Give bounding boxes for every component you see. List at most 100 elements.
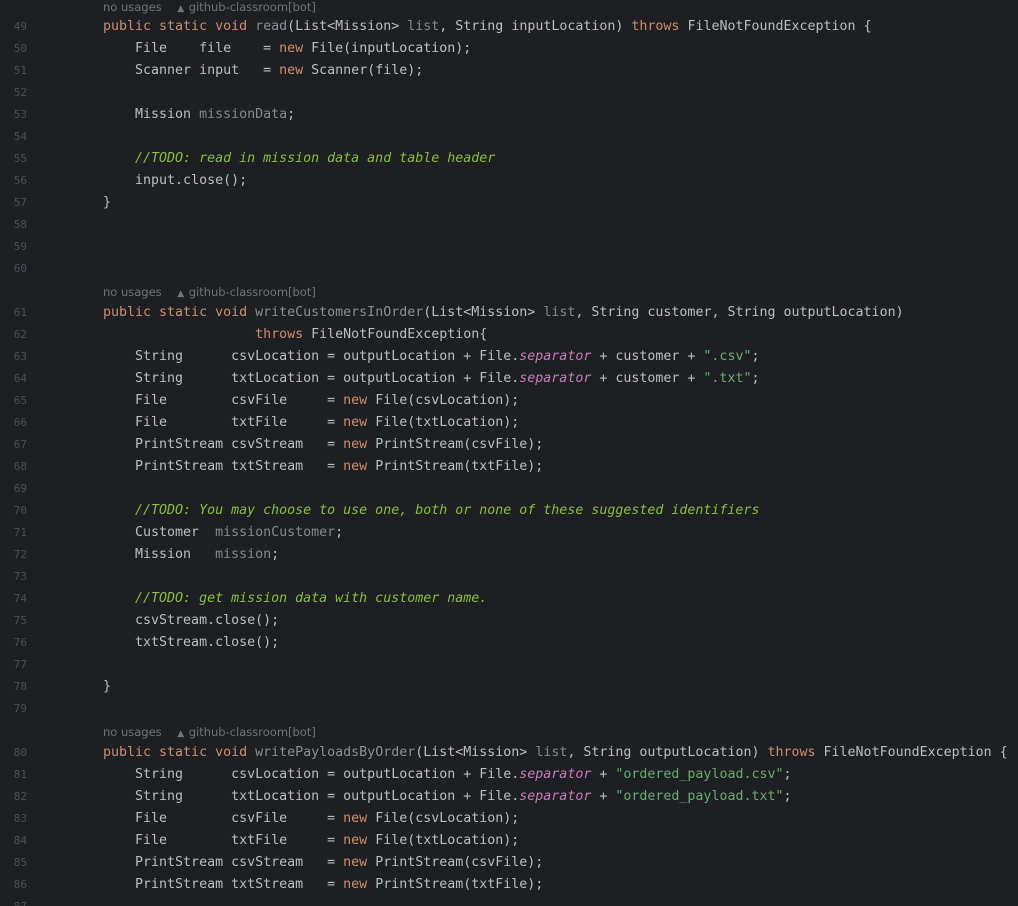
line-number: 65 [13,394,27,407]
usages-hint[interactable]: no usages [103,0,162,14]
code-token: ; [751,349,760,364]
line-number: 69 [13,482,27,495]
code-line[interactable]: 86 PrintStream txtStream = new PrintStre… [0,874,1018,896]
inlay-hint[interactable]: no usages ▲ github-classroom[bot] [103,283,316,301]
code-line[interactable]: 74 //TODO: get mission data with custome… [0,588,1018,610]
line-number: 63 [13,350,27,363]
code-text: File csvFile = new File(csvLocation); [103,390,519,412]
code-line[interactable]: 53 Mission missionData; [0,104,1018,126]
code-token: + [591,767,616,782]
code-line[interactable]: 52 [0,82,1018,104]
author-hint[interactable]: github-classroom[bot] [189,285,316,299]
code-token: //TODO: get mission data with customer n… [103,591,488,606]
code-line[interactable]: 75 csvStream.close(); [0,610,1018,632]
code-token: writeCustomersInOrder [255,305,424,320]
code-line[interactable]: 71 Customer missionCustomer; [0,522,1018,544]
code-line[interactable]: 65 File csvFile = new File(csvLocation); [0,390,1018,412]
code-token: new [343,415,376,430]
code-token: ; [783,789,792,804]
code-token: + customer + [591,349,704,364]
code-text: String txtLocation = outputLocation + Fi… [103,368,759,390]
code-token: new [343,833,376,848]
code-line[interactable]: 73 [0,566,1018,588]
code-token: } [103,195,112,210]
code-text: input.close(); [103,170,247,192]
code-token: throws [255,327,312,342]
usages-hint[interactable]: no usages [103,725,162,739]
code-line[interactable]: 83 File csvFile = new File(csvLocation); [0,808,1018,830]
code-text: String txtLocation = outputLocation + Fi… [103,786,792,808]
code-token: list [535,745,568,760]
code-token: PrintStream(txtFile); [375,877,544,892]
code-line[interactable]: 76 txtStream.close(); [0,632,1018,654]
code-token: File(txtLocation); [375,415,520,430]
code-line[interactable]: 59 [0,236,1018,258]
line-number: 80 [13,746,27,759]
code-line[interactable]: 69 [0,478,1018,500]
code-token: File(csvLocation); [375,393,520,408]
usages-hint[interactable]: no usages [103,285,162,299]
code-token: ".txt" [703,371,752,386]
code-token: missionCustomer [215,525,336,540]
code-line[interactable]: 60 [0,258,1018,280]
code-token: writePayloadsByOrder [255,745,416,760]
inlay-hint[interactable]: no usages ▲ github-classroom[bot] [103,0,316,16]
code-text: File file = new File(inputLocation); [103,38,471,60]
code-token: PrintStream csvStream = [103,855,344,870]
code-token: public static void [103,305,256,320]
code-line[interactable]: 81 String csvLocation = outputLocation +… [0,764,1018,786]
line-number: 51 [13,64,27,77]
code-token: Scanner(file); [311,63,424,78]
code-token: File(inputLocation); [311,41,472,56]
code-token: missionData [199,107,288,122]
code-token: File csvFile = [103,811,344,826]
code-line[interactable]: 82 String txtLocation = outputLocation +… [0,786,1018,808]
code-line[interactable]: 80 public static void writePayloadsByOrde… [0,742,1018,764]
line-number: 55 [13,152,27,165]
code-text: } [103,192,111,214]
code-line[interactable]: 72 Mission mission; [0,544,1018,566]
code-line[interactable]: 84 File txtFile = new File(txtLocation); [0,830,1018,852]
code-line[interactable]: 78} [0,676,1018,698]
code-line[interactable]: 51 Scanner input = new Scanner(file); [0,60,1018,82]
code-line[interactable]: 57} [0,192,1018,214]
code-line[interactable]: 66 File txtFile = new File(txtLocation); [0,412,1018,434]
code-line[interactable]: 49 public static void read(List<Mission> … [0,16,1018,38]
code-token: (List<Mission> [423,305,544,320]
code-token: , String customer, String outputLocation… [575,305,904,320]
code-line[interactable]: 63 String csvLocation = outputLocation +… [0,346,1018,368]
code-token: public static void [103,745,256,760]
author-hint[interactable]: github-classroom[bot] [189,0,316,14]
code-line[interactable]: 79 [0,698,1018,720]
code-line[interactable]: 56 input.close(); [0,170,1018,192]
code-line[interactable]: 87 [0,896,1018,906]
code-line[interactable]: 77 [0,654,1018,676]
line-number: 83 [13,812,27,825]
code-token: mission [215,547,272,562]
code-line[interactable]: 70 //TODO: You may choose to use one, bo… [0,500,1018,522]
code-token: throws [631,19,688,34]
code-text: Mission mission; [103,544,279,566]
code-token: ; [271,547,280,562]
code-token: throws [767,745,824,760]
code-line[interactable]: 55 //TODO: read in mission data and tabl… [0,148,1018,170]
line-number: 54 [13,130,27,143]
code-token: ; [287,107,296,122]
code-line[interactable]: 64 String txtLocation = outputLocation +… [0,368,1018,390]
code-line[interactable]: 61 public static void writeCustomersInOrd… [0,302,1018,324]
code-token: (List<Mission> [415,745,536,760]
code-line[interactable]: 54 [0,126,1018,148]
line-number: 81 [13,768,27,781]
code-line[interactable]: 68 PrintStream txtStream = new PrintStre… [0,456,1018,478]
code-editor[interactable]: no usages ▲ github-classroom[bot] no usages… [0,0,1018,906]
author-hint[interactable]: github-classroom[bot] [189,725,316,739]
person-icon: ▲ [177,729,185,739]
code-line[interactable]: 85 PrintStream csvStream = new PrintStre… [0,852,1018,874]
code-text: txtStream.close(); [103,632,279,654]
code-text: //TODO: You may choose to use one, both … [103,500,759,522]
code-line[interactable]: 67 PrintStream csvStream = new PrintStre… [0,434,1018,456]
code-line[interactable]: 50 File file = new File(inputLocation); [0,38,1018,60]
code-line[interactable]: 58 [0,214,1018,236]
code-line[interactable]: 62 throws FileNotFoundException{ [0,324,1018,346]
inlay-hint[interactable]: no usages ▲ github-classroom[bot] [103,723,316,741]
